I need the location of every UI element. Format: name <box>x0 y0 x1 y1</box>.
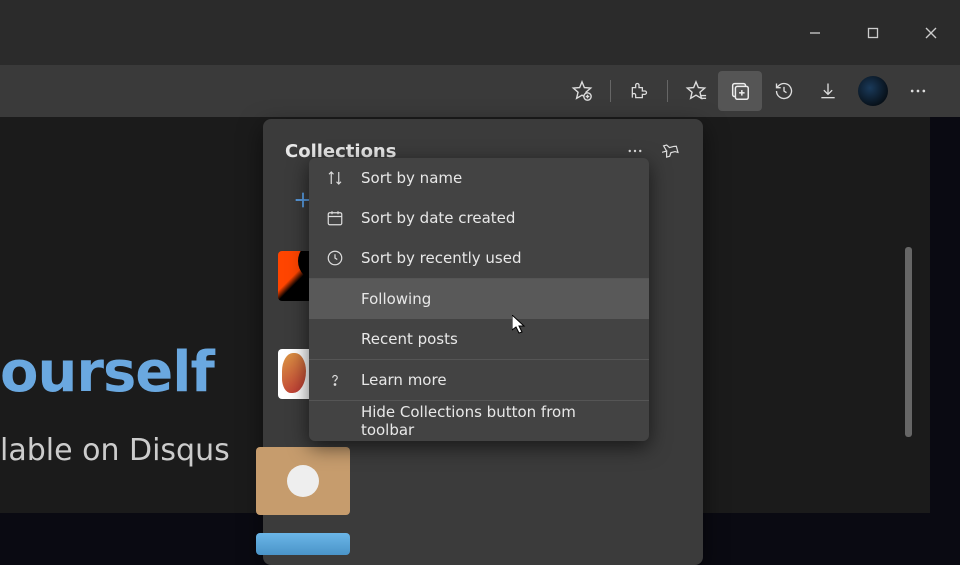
menu-item-label: Recent posts <box>361 330 458 348</box>
menu-sort-date[interactable]: Sort by date created <box>309 198 649 238</box>
page-heading: ourself <box>0 340 230 405</box>
collection-thumb[interactable] <box>256 447 350 515</box>
menu-item-label: Following <box>361 290 431 308</box>
toolbar-divider <box>610 80 611 102</box>
extensions-button[interactable] <box>617 71 661 111</box>
favorites-list-button[interactable] <box>674 71 718 111</box>
minimize-button[interactable] <box>786 13 844 53</box>
menu-recent-posts[interactable]: Recent posts <box>309 319 649 359</box>
menu-item-label: Sort by recently used <box>361 249 522 267</box>
menu-item-label: Hide Collections button from toolbar <box>361 403 633 439</box>
menu-learn-more[interactable]: Learn more <box>309 360 649 400</box>
window-titlebar <box>0 0 960 65</box>
page-promo: ourself lable on Disqus <box>0 340 230 468</box>
menu-sort-recent[interactable]: Sort by recently used <box>309 238 649 278</box>
profile-avatar[interactable] <box>858 76 888 106</box>
menu-item-label: Sort by name <box>361 169 462 187</box>
toolbar <box>0 65 960 117</box>
toolbar-divider <box>667 80 668 102</box>
history-button[interactable] <box>762 71 806 111</box>
scrollbar-thumb[interactable] <box>905 247 912 437</box>
maximize-button[interactable] <box>844 13 902 53</box>
clock-icon <box>325 249 345 267</box>
menu-sort-name[interactable]: Sort by name <box>309 158 649 198</box>
calendar-icon <box>325 209 345 227</box>
menu-following[interactable]: Following <box>309 279 649 319</box>
close-button[interactable] <box>902 13 960 53</box>
downloads-button[interactable] <box>806 71 850 111</box>
question-icon <box>325 371 345 389</box>
collection-thumb[interactable] <box>256 533 350 555</box>
page-subheading: lable on Disqus <box>0 433 230 468</box>
collections-context-menu: Sort by name Sort by date created Sort b… <box>309 158 649 441</box>
more-button[interactable] <box>896 71 940 111</box>
collections-button[interactable] <box>718 71 762 111</box>
sort-alpha-icon <box>325 169 345 187</box>
menu-hide-button[interactable]: Hide Collections button from toolbar <box>309 401 649 441</box>
panel-pin-button[interactable] <box>653 133 689 169</box>
add-favorite-button[interactable] <box>560 71 604 111</box>
menu-item-label: Sort by date created <box>361 209 515 227</box>
menu-item-label: Learn more <box>361 371 447 389</box>
